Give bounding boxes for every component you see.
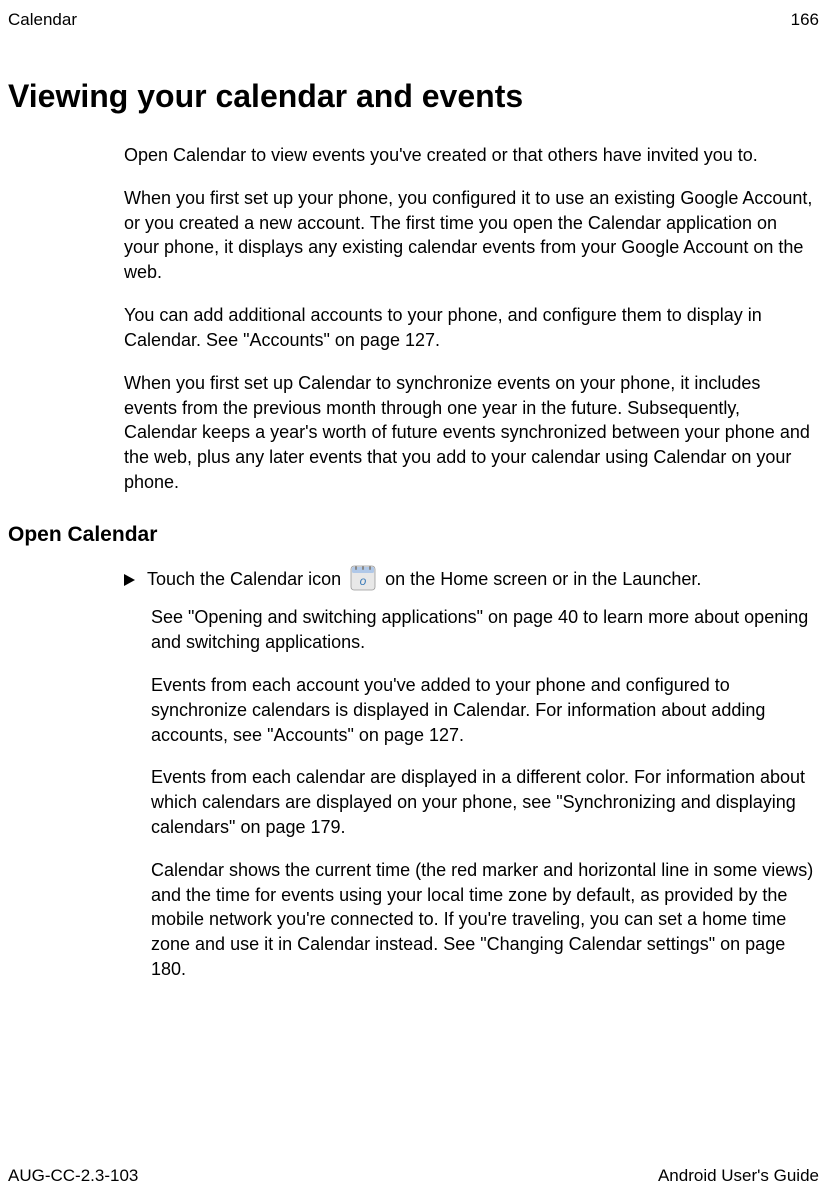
open-calendar-heading: Open Calendar bbox=[6, 523, 821, 547]
intro-paragraph-1: Open Calendar to view events you've crea… bbox=[124, 143, 817, 168]
page-footer: AUG-CC-2.3-103 Android User's Guide bbox=[6, 1166, 821, 1186]
footer-doc-id: AUG-CC-2.3-103 bbox=[8, 1166, 138, 1186]
open-calendar-p2: Events from each account you've added to… bbox=[151, 673, 817, 747]
open-calendar-bullet: Touch the Calendar icon o on the Home sc… bbox=[124, 567, 817, 593]
open-calendar-p3: Events from each calendar are displayed … bbox=[151, 765, 817, 839]
page-header: Calendar 166 bbox=[6, 10, 821, 30]
header-section: Calendar bbox=[8, 10, 77, 30]
svg-text:o: o bbox=[360, 574, 367, 588]
open-calendar-p1: See "Opening and switching applications"… bbox=[151, 605, 817, 655]
bullet-text-suffix: on the Home screen or in the Launcher. bbox=[385, 569, 701, 589]
calendar-app-icon: o bbox=[350, 565, 376, 591]
triangle-bullet-icon bbox=[124, 574, 135, 586]
intro-paragraph-3: You can add additional accounts to your … bbox=[124, 303, 817, 353]
header-page-number: 166 bbox=[791, 10, 819, 30]
intro-paragraph-2: When you first set up your phone, you co… bbox=[124, 186, 817, 285]
bullet-content: Touch the Calendar icon o on the Home sc… bbox=[147, 567, 701, 593]
intro-paragraph-4: When you first set up Calendar to synchr… bbox=[124, 371, 817, 495]
open-calendar-p4: Calendar shows the current time (the red… bbox=[151, 858, 817, 982]
bullet-text-prefix: Touch the Calendar icon bbox=[147, 569, 341, 589]
page-title: Viewing your calendar and events bbox=[6, 78, 821, 115]
footer-guide: Android User's Guide bbox=[658, 1166, 819, 1186]
